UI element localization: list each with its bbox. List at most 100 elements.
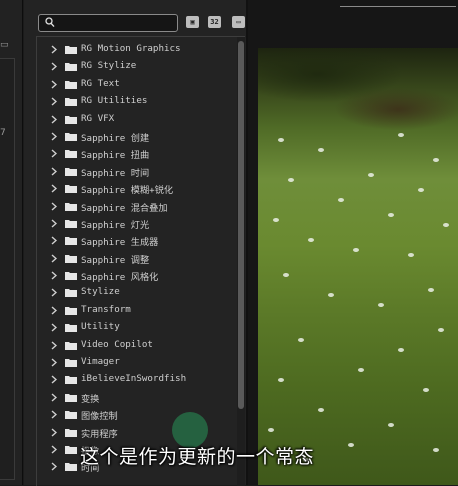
chevron-right-icon[interactable]	[51, 62, 57, 71]
folder-icon	[65, 80, 77, 89]
effects-category-list: RG Motion Graphics RG Stylize RG Text RG Ut…	[37, 41, 233, 476]
left-strip-frame	[0, 58, 15, 480]
tree-item[interactable]: RG VFX	[37, 111, 233, 128]
tree-item-label: iBelieveInSwordfish	[81, 373, 187, 385]
chevron-right-icon[interactable]	[51, 410, 57, 419]
chevron-right-icon[interactable]	[51, 115, 57, 124]
tree-item-label: Sapphire 生成器	[81, 237, 159, 249]
chevron-right-icon[interactable]	[51, 271, 57, 280]
new-bin-button[interactable]: ▣	[186, 16, 199, 28]
tree-item[interactable]: iBelieveInSwordfish	[37, 371, 233, 388]
chevron-right-icon[interactable]	[51, 323, 57, 332]
scroll-thumb[interactable]	[238, 41, 244, 409]
daisy-flower	[308, 238, 314, 242]
tree-item[interactable]: Vimager	[37, 354, 233, 371]
tree-item-label: 实用程序	[81, 428, 118, 440]
tree-scrollbar[interactable]	[237, 37, 245, 486]
tree-item-label: Transform	[81, 303, 131, 315]
tree-item[interactable]: Sapphire 模糊+锐化	[37, 180, 233, 197]
tree-item-label: Vimager	[81, 356, 120, 368]
folder-icon	[65, 359, 77, 368]
chevron-right-icon[interactable]	[51, 80, 57, 89]
chevron-right-icon[interactable]	[51, 97, 57, 106]
chevron-right-icon[interactable]	[51, 462, 57, 471]
tree-item-label: RG VFX	[81, 112, 115, 124]
tree-item-label: Sapphire 时间	[81, 167, 150, 179]
tree-item[interactable]: 变换	[37, 389, 233, 406]
chevron-right-icon[interactable]	[51, 306, 57, 315]
daisy-flower	[398, 133, 404, 137]
daisy-flower	[328, 293, 334, 297]
chevron-right-icon[interactable]	[51, 219, 57, 228]
chevron-right-icon[interactable]	[51, 184, 57, 193]
daisy-flower	[338, 198, 344, 202]
chevron-right-icon[interactable]	[51, 45, 57, 54]
video-subtitle: 这个是作为更新的一个常态	[80, 446, 315, 468]
tree-item[interactable]: Sapphire 时间	[37, 163, 233, 180]
daisy-flower	[388, 213, 394, 217]
chevron-right-icon[interactable]	[51, 254, 57, 263]
tree-item[interactable]: Stylize	[37, 284, 233, 301]
chevron-right-icon[interactable]	[51, 236, 57, 245]
daisy-flower	[408, 253, 414, 257]
chevron-right-icon[interactable]	[51, 341, 57, 350]
effects-tree: RG Motion Graphics RG Stylize RG Text RG Ut…	[36, 36, 245, 486]
chevron-right-icon[interactable]	[51, 445, 57, 454]
tree-item[interactable]: Video Copilot	[37, 337, 233, 354]
tree-item-label: Sapphire 风格化	[81, 272, 159, 284]
tree-item-label: Sapphire 扭曲	[81, 150, 150, 162]
search-field[interactable]	[38, 14, 178, 32]
tree-item-label: Sapphire 模糊+锐化	[81, 185, 174, 197]
tree-item[interactable]: RG Stylize	[37, 58, 233, 75]
folder-icon	[65, 445, 77, 454]
chevron-right-icon[interactable]	[51, 132, 57, 141]
tree-item[interactable]: Transform	[37, 302, 233, 319]
chevron-right-icon[interactable]	[51, 393, 57, 402]
chevron-right-icon[interactable]	[51, 201, 57, 211]
bit-depth-button[interactable]: 32	[208, 16, 221, 28]
daisy-flower	[378, 303, 384, 307]
tree-item-label: Utility	[81, 321, 120, 333]
tree-item-label: RG Text	[81, 77, 120, 89]
search-input[interactable]	[59, 16, 173, 31]
daisy-flower	[288, 178, 294, 182]
daisy-flower	[368, 173, 374, 177]
daisy-flower	[433, 158, 439, 162]
daisy-flower	[423, 388, 429, 392]
tree-item[interactable]: Sapphire 生成器	[37, 232, 233, 249]
daisy-flower	[273, 218, 279, 222]
left-panel-strip: ▭ 7	[0, 0, 23, 485]
tree-item[interactable]: Sapphire 混合叠加	[37, 198, 233, 215]
folder-icon	[65, 150, 77, 159]
effects-presets-panel: ▣ 32 ▭ RG Motion Graphics RG Stylize RG Te…	[24, 0, 248, 486]
chevron-right-icon[interactable]	[51, 358, 57, 367]
chevron-right-icon[interactable]	[51, 149, 57, 158]
tree-item-label: Sapphire 混合叠加	[81, 202, 168, 214]
folder-icon	[65, 254, 77, 263]
panel-options-button[interactable]: ▭	[232, 16, 245, 28]
folder-icon	[65, 341, 77, 350]
tree-item-label: RG Stylize	[81, 60, 137, 72]
tree-item[interactable]: Sapphire 创建	[37, 128, 233, 145]
tree-item[interactable]: RG Utilities	[37, 93, 233, 110]
daisy-flower	[278, 378, 284, 382]
tree-item[interactable]: Utility	[37, 319, 233, 336]
tree-item-label: Sapphire 灯光	[81, 219, 150, 231]
tree-item[interactable]: RG Text	[37, 76, 233, 93]
tree-item[interactable]: Sapphire 风格化	[37, 267, 233, 284]
chevron-right-icon[interactable]	[51, 375, 57, 384]
video-frame-grass-image	[258, 48, 458, 485]
folder-icon	[65, 411, 77, 420]
tree-item[interactable]: Sapphire 灯光	[37, 215, 233, 232]
tree-item[interactable]: Sapphire 调整	[37, 250, 233, 267]
tree-item[interactable]: Sapphire 扭曲	[37, 145, 233, 162]
tree-item-label: Video Copilot	[81, 338, 153, 350]
folder-icon	[65, 428, 77, 437]
folder-icon	[65, 237, 77, 246]
chevron-right-icon[interactable]	[51, 428, 57, 437]
chevron-right-icon[interactable]	[51, 167, 57, 176]
tree-item[interactable]: RG Motion Graphics	[37, 41, 233, 58]
daisy-flower	[298, 338, 304, 342]
folder-icon	[65, 202, 77, 211]
chevron-right-icon[interactable]	[51, 288, 57, 297]
